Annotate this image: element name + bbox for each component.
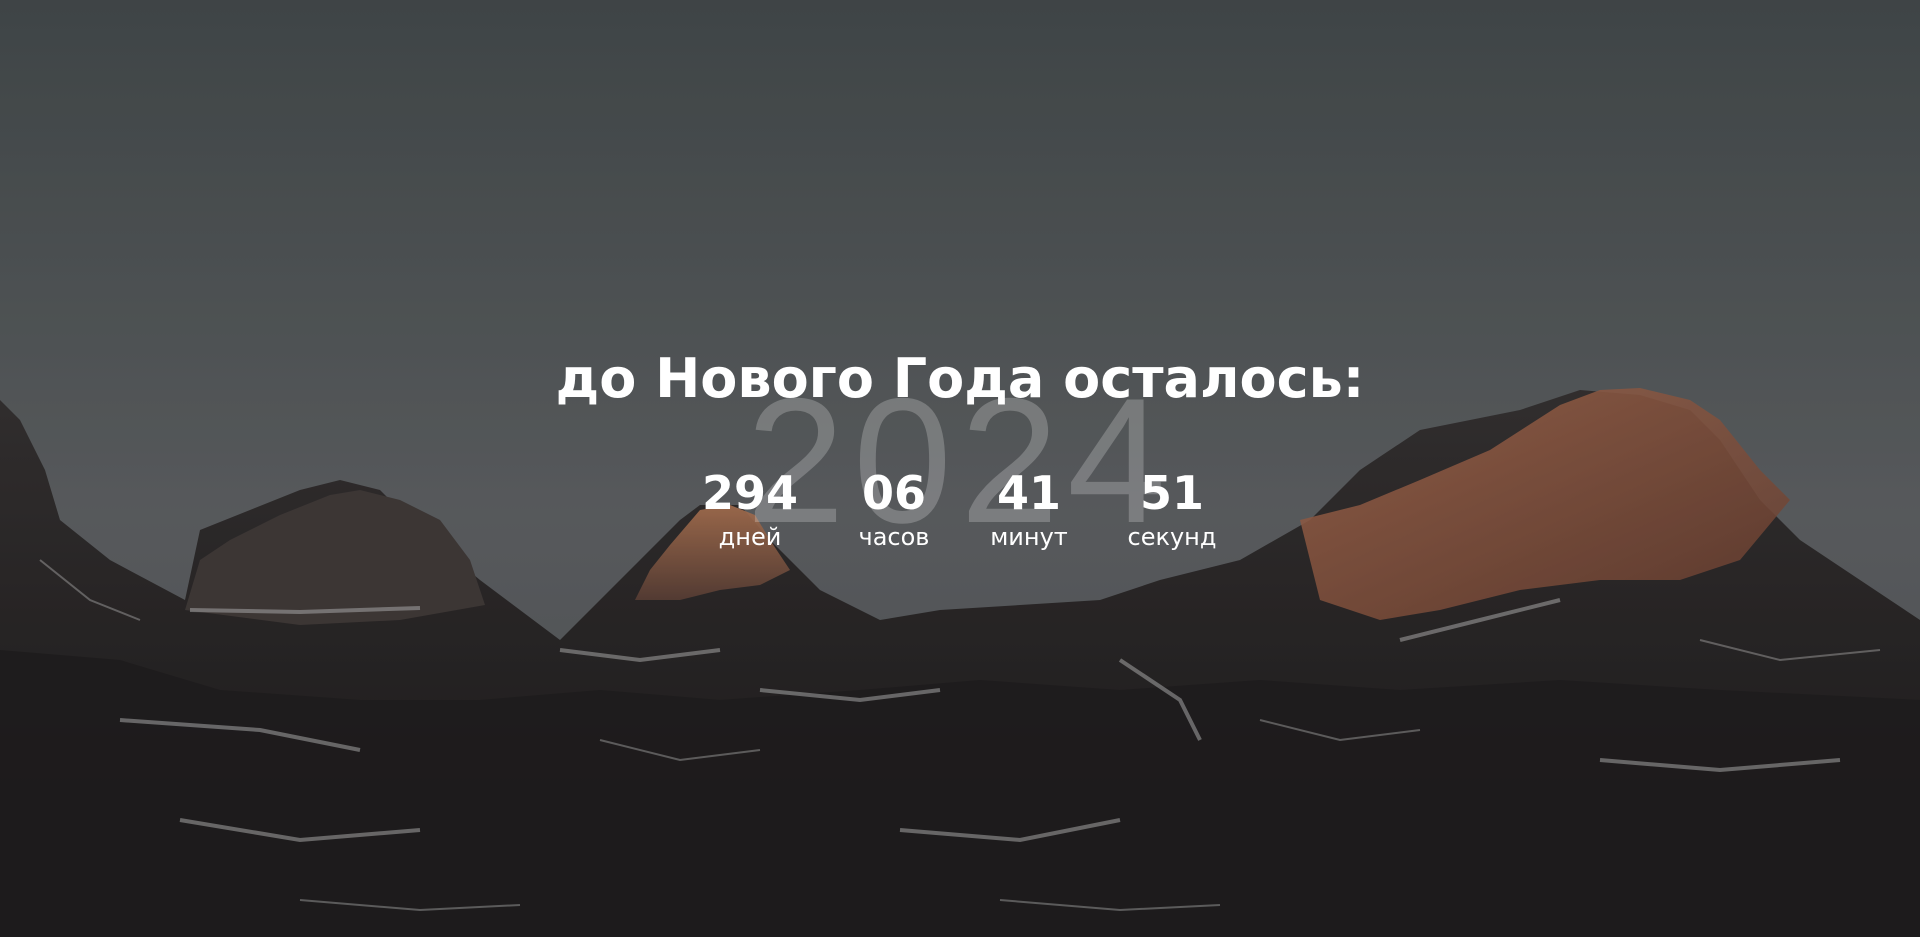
countdown-page: 2024 до Нового Года осталось: 294 дней 0… <box>0 0 1920 937</box>
countdown-days: 294 дней <box>675 466 825 552</box>
seconds-label: секунд <box>1127 523 1217 551</box>
hours-value: 06 <box>861 466 926 520</box>
minutes-label: минут <box>990 523 1068 551</box>
minutes-value: 41 <box>996 466 1061 520</box>
days-value: 294 <box>701 466 799 520</box>
countdown-seconds: 51 секунд <box>1097 466 1247 552</box>
countdown-section: 2024 до Нового Года осталось: 294 дней 0… <box>0 0 1920 937</box>
hours-label: часов <box>858 523 930 551</box>
seconds-value: 51 <box>1139 466 1204 520</box>
countdown-hours: 06 часов <box>819 466 969 552</box>
days-label: дней <box>718 523 782 551</box>
page-title: до Нового Года осталось: <box>555 347 1365 410</box>
countdown-minutes: 41 минут <box>954 466 1104 552</box>
